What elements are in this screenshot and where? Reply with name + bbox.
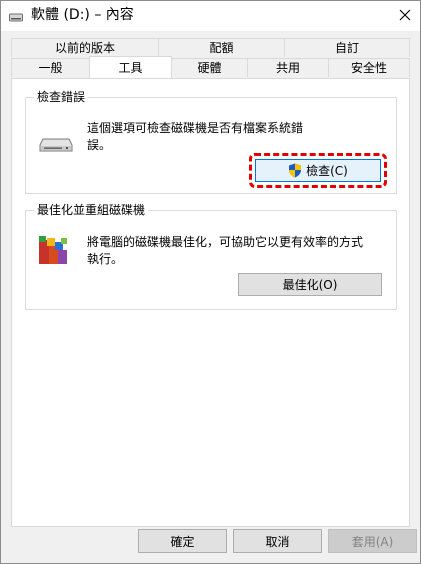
tools-tab-panel: 檢查錯誤 這個選項可檢查磁碟機是否有檔案系統錯 誤。 檢查(C) 最佳化並重組磁…	[11, 78, 410, 527]
drive-icon	[9, 11, 23, 22]
apply-button[interactable]: 套用(A)	[328, 529, 417, 553]
tab-tools[interactable]: 工具	[89, 56, 172, 78]
drive-icon	[39, 137, 73, 156]
error-checking-title: 檢查錯誤	[37, 90, 86, 104]
tab-sharing[interactable]: 共用	[247, 58, 329, 77]
window-title: 軟體 (D:) – 內容	[31, 7, 134, 23]
uac-shield-icon	[288, 163, 302, 178]
dialog-body: 以前的版本 配額 自訂 一般 工具 硬體 共用 安全性 檢查錯誤 這個選項可檢查…	[1, 31, 420, 563]
tab-previous-versions[interactable]: 以前的版本	[11, 38, 159, 57]
cancel-button[interactable]: 取消	[233, 529, 322, 553]
optimize-title: 最佳化並重組磁碟機	[37, 203, 146, 217]
tab-hardware[interactable]: 硬體	[171, 58, 248, 77]
optimize-button[interactable]: 最佳化(O)	[238, 273, 382, 296]
check-button[interactable]: 檢查(C)	[255, 159, 381, 182]
tab-customize[interactable]: 自訂	[284, 38, 410, 57]
ok-button[interactable]: 確定	[138, 529, 227, 553]
properties-window: 軟體 (D:) – 內容 以前的版本 配額 自訂 一般 工具 硬體 共用 安全性…	[0, 0, 421, 564]
tab-security[interactable]: 安全性	[328, 58, 410, 77]
error-checking-description: 這個選項可檢查磁碟機是否有檔案系統錯 誤。	[87, 121, 304, 152]
close-icon	[399, 9, 411, 24]
tab-quota[interactable]: 配額	[158, 38, 285, 57]
tab-general[interactable]: 一般	[11, 58, 90, 77]
optimize-description: 將電腦的磁碟機最佳化，可協助它以更有效率的方式 執行。	[87, 235, 364, 266]
defrag-icon	[36, 234, 70, 269]
title-bar: 軟體 (D:) – 內容	[1, 1, 420, 31]
close-button[interactable]	[390, 1, 420, 31]
